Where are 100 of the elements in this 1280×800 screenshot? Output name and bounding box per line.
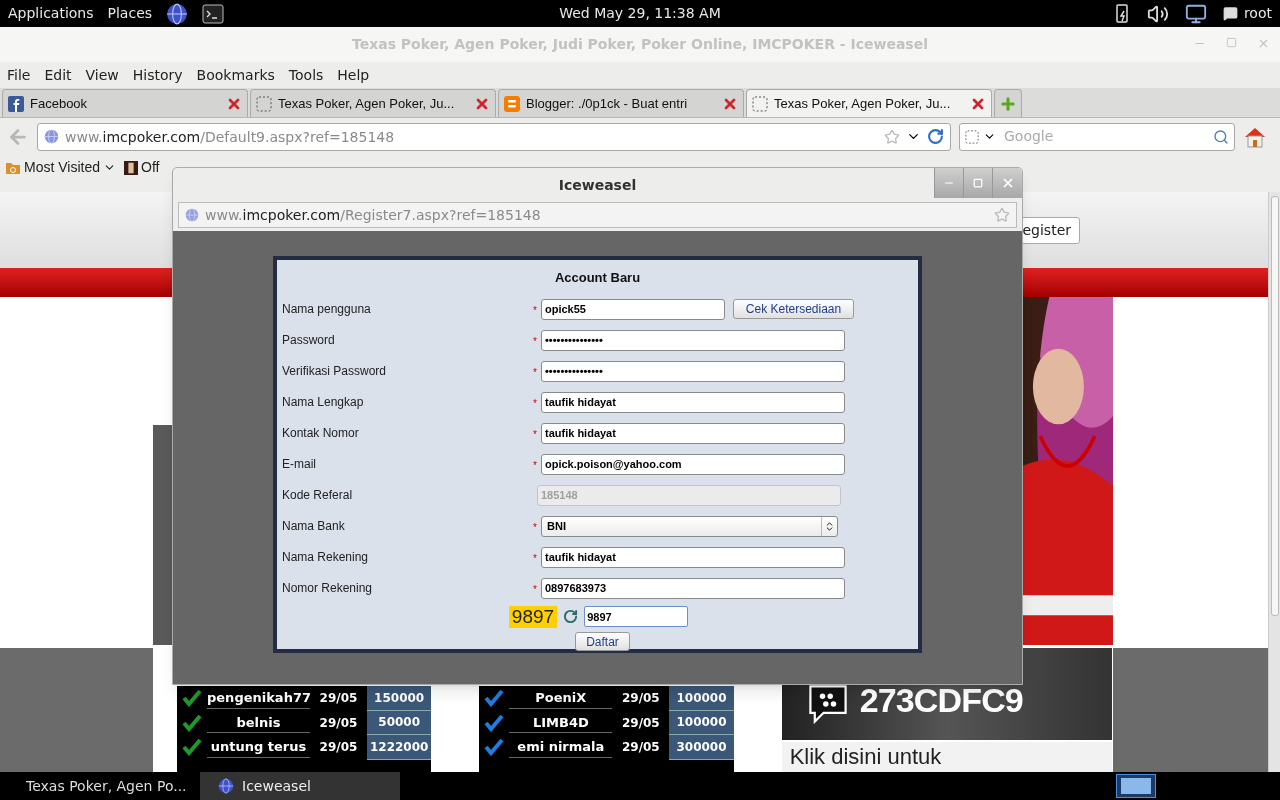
required-mark: * xyxy=(533,553,537,564)
user-name[interactable]: root xyxy=(1243,3,1272,24)
minimize-button[interactable] xyxy=(934,168,963,198)
winner-name: PoeniX xyxy=(509,688,613,709)
field-label: Verifikasi Password xyxy=(282,363,388,380)
field-label: Nama Lengkap xyxy=(282,394,365,411)
taskbar-item[interactable]: Iceweasel xyxy=(200,772,400,800)
winner-name: untung terus xyxy=(207,737,310,758)
workspace-switcher[interactable] xyxy=(1116,774,1156,798)
winner-amount: 50000 xyxy=(367,710,432,735)
maximize-icon xyxy=(973,178,983,188)
text-field[interactable]: taufik hidayat xyxy=(541,391,845,413)
winner-amount: 100000 xyxy=(669,686,734,711)
blog-icon xyxy=(504,95,520,112)
winner-date: 29/05 xyxy=(620,690,661,708)
panel-menu[interactable]: Applications xyxy=(8,3,94,24)
clock[interactable]: Wed May 29, 11:38 AM xyxy=(559,3,721,24)
bookmark-item[interactable]: Off xyxy=(124,157,160,178)
text-field[interactable]: taufik hidayat xyxy=(541,546,845,568)
search-icon[interactable] xyxy=(1213,128,1229,145)
new-tab-button[interactable] xyxy=(994,89,1022,117)
required-mark: * xyxy=(533,584,537,595)
field-label: Nama Rekening xyxy=(282,549,370,566)
text-field[interactable]: opick.poison@yahoo.com xyxy=(541,453,845,475)
search-placeholder: Google xyxy=(1004,127,1055,146)
browser-icon xyxy=(218,778,234,794)
field-label: Nama pengguna xyxy=(282,301,372,318)
browser-tab[interactable]: Texas Poker, Agen Poker, Ju... xyxy=(746,89,992,117)
menu-item[interactable]: Tools xyxy=(288,64,324,86)
menu-item[interactable]: Help xyxy=(337,64,370,86)
bookmark-item[interactable]: Most Visited xyxy=(5,157,116,178)
globe-icon xyxy=(166,2,189,25)
text-field[interactable]: 0897683973 xyxy=(541,577,845,599)
required-mark: * xyxy=(533,367,537,378)
chat-icon[interactable] xyxy=(1222,6,1238,21)
field-label: E-mail xyxy=(282,456,317,473)
field-label: Kontak Nomor xyxy=(282,425,360,442)
winner-amount: 100000 xyxy=(669,710,734,735)
winner-name: belnis xyxy=(207,712,310,733)
winner-date: 29/05 xyxy=(620,739,661,757)
close-button[interactable] xyxy=(992,168,1022,198)
form-title: Account Baru xyxy=(553,269,642,287)
maximize-button[interactable] xyxy=(963,168,992,198)
bookmark-star-icon[interactable] xyxy=(884,128,900,145)
promo-banner[interactable]: Klik disini untuk xyxy=(781,742,1112,772)
text-field[interactable]: opick55 xyxy=(541,298,725,320)
text-field[interactable]: ••••••••••••••• xyxy=(541,360,845,382)
address-bar[interactable]: www.imcpoker.com/Default9.aspx?ref=185148 xyxy=(37,122,951,151)
required-mark: * xyxy=(533,305,537,316)
field-label: Kode Referal xyxy=(282,487,354,504)
winner-amount: 1222000 xyxy=(367,735,432,760)
winner-amount: 300000 xyxy=(669,735,734,760)
browser-tab[interactable]: Facebook xyxy=(2,89,248,117)
winner-name: pengenikah77 xyxy=(207,688,310,709)
url-text: www.imcpoker.com/Register7.aspx?ref=185148 xyxy=(205,207,541,223)
reload-icon[interactable] xyxy=(927,128,944,145)
winner-date: 29/05 xyxy=(318,739,359,757)
submit-button[interactable]: Daftar xyxy=(575,631,630,651)
field-label: Nama Bank xyxy=(282,518,346,535)
menu-item[interactable]: Bookmarks xyxy=(196,64,275,86)
required-mark: * xyxy=(533,429,537,440)
popup-title: Iceweasel xyxy=(558,175,637,195)
menu-item[interactable]: View xyxy=(85,64,119,86)
site-icon xyxy=(44,129,59,144)
winner-amount: 150000 xyxy=(367,686,432,711)
bank-dropdown[interactable]: BNI xyxy=(541,515,838,537)
required-mark: * xyxy=(533,336,537,347)
terminal-icon[interactable] xyxy=(202,3,225,24)
dropdown-icon xyxy=(824,520,835,532)
menu-item[interactable]: File xyxy=(7,64,31,86)
site-favicon-icon xyxy=(124,159,138,176)
bookmark-star-icon[interactable] xyxy=(994,207,1010,223)
text-field[interactable]: ••••••••••••••• xyxy=(541,329,845,351)
captcha-field[interactable]: 9897 xyxy=(584,606,689,627)
plus-icon xyxy=(999,94,1017,113)
site-icon xyxy=(185,208,199,222)
browser-tab[interactable]: Blogger: ./0p1ck - Buat entri xyxy=(498,89,744,117)
menu-item[interactable]: History xyxy=(132,64,183,86)
scrollbar[interactable] xyxy=(1268,192,1280,772)
url-text: www.imcpoker.com/Default9.aspx?ref=185148 xyxy=(65,128,395,145)
field-label: Password xyxy=(282,332,336,349)
browser-tab[interactable]: Texas Poker, Agen Poker, Ju... xyxy=(250,89,496,117)
power-icon[interactable] xyxy=(1114,2,1131,25)
social-icon xyxy=(8,95,24,112)
check-availability-button[interactable]: Cek Ketersediaan xyxy=(733,299,854,319)
captcha-code: 9897 xyxy=(508,605,558,628)
panel-menu[interactable]: Places xyxy=(107,3,153,24)
network-icon[interactable] xyxy=(1184,2,1207,25)
winner-name: emi nirmala xyxy=(509,737,613,758)
required-mark: * xyxy=(533,398,537,409)
page-icon xyxy=(752,95,768,112)
winner-date: 29/05 xyxy=(620,714,661,732)
winner-date: 29/05 xyxy=(318,714,359,732)
required-mark: * xyxy=(533,522,537,533)
refresh-icon[interactable] xyxy=(563,609,579,624)
page-icon xyxy=(256,95,272,112)
winner-date: 29/05 xyxy=(318,690,359,708)
menu-item[interactable]: Edit xyxy=(44,64,72,86)
popup-address-bar[interactable]: www.imcpoker.com/Register7.aspx?ref=185148 xyxy=(178,202,1017,228)
text-field[interactable]: taufik hidayat xyxy=(541,422,845,444)
